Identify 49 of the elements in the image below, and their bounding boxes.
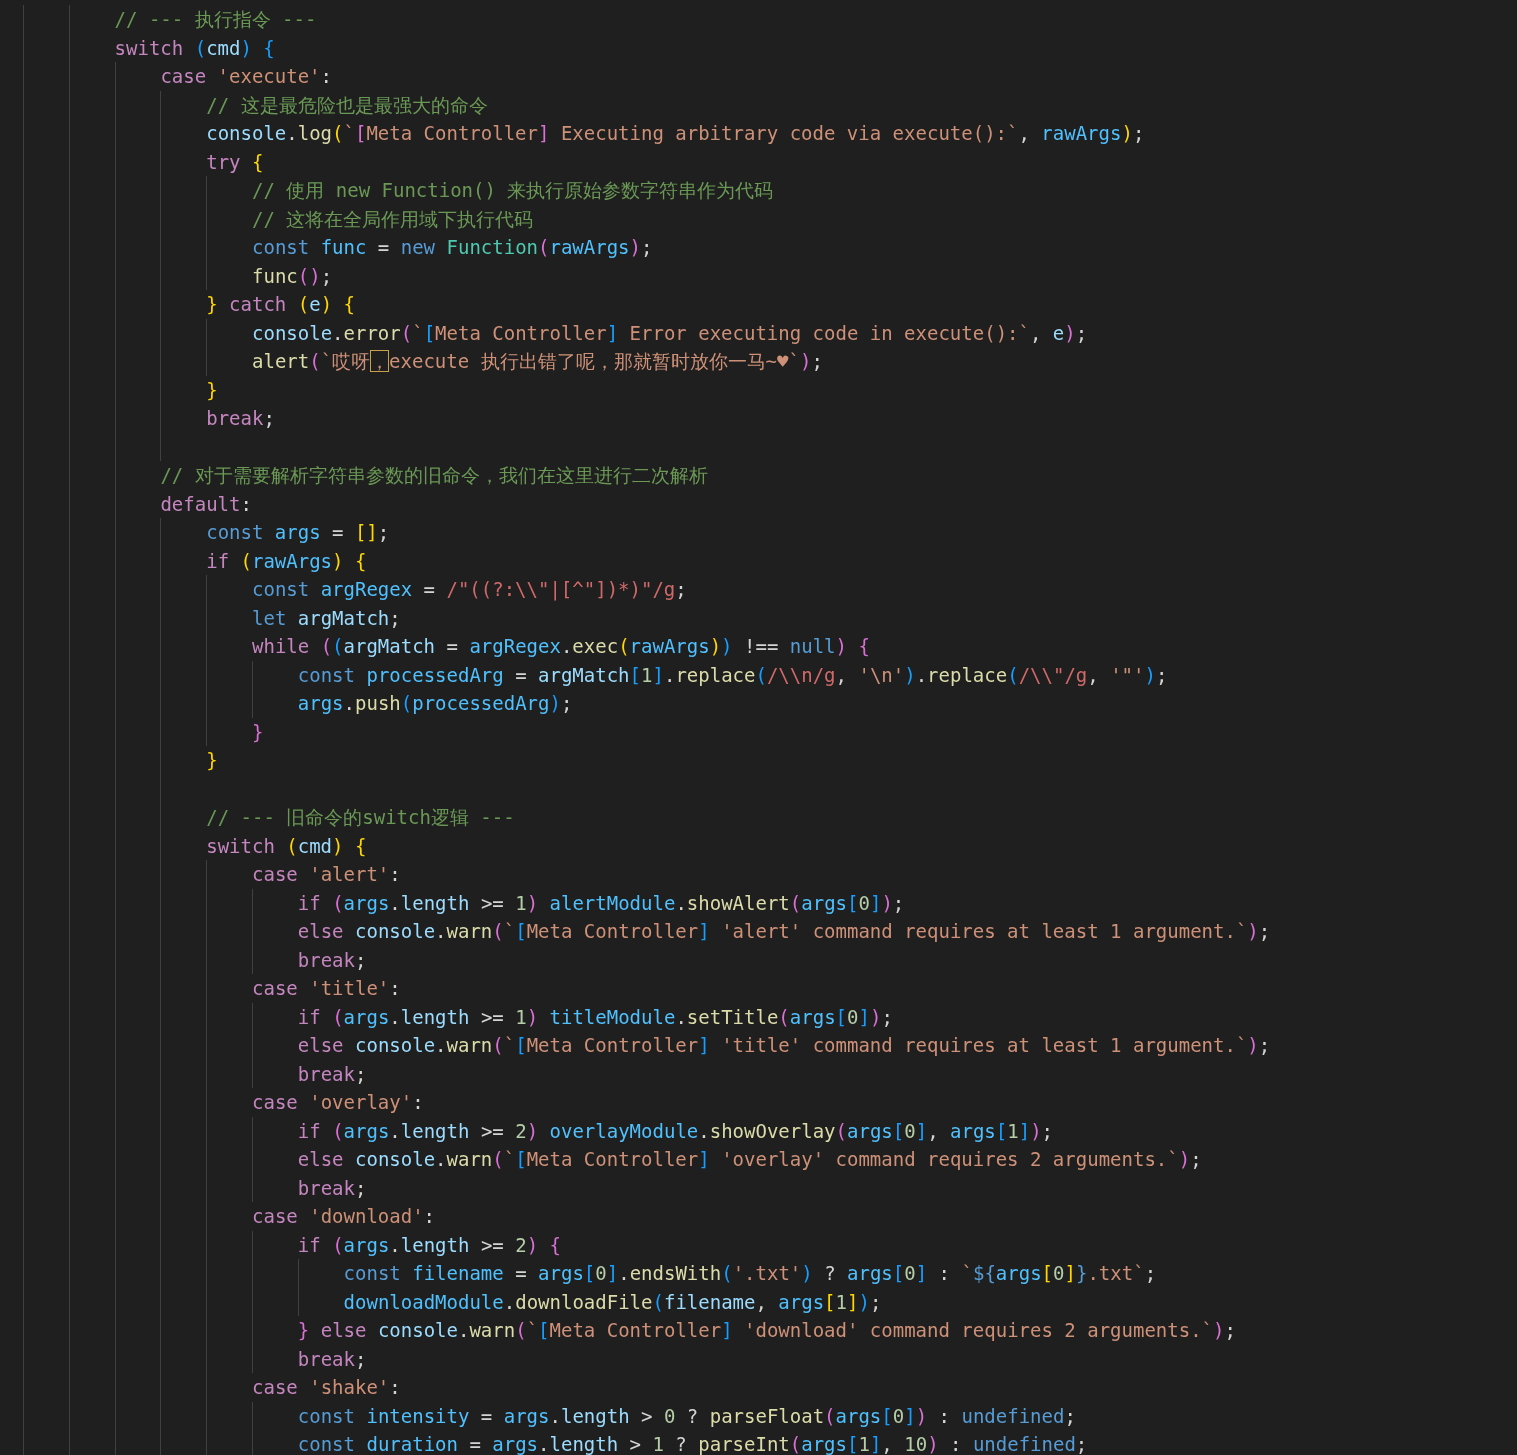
code-line: } — [206, 748, 218, 773]
code-line: else console.warn(`[Meta Controller] 'alert' command requires at least 1 argument.`); — [297, 919, 1271, 944]
code-line: } — [252, 719, 264, 745]
code-line: try { — [206, 149, 264, 175]
code-line: break; — [297, 1346, 367, 1372]
code-line: args.push(processedArg); — [297, 691, 573, 716]
code-line: switch (cmd) { — [114, 35, 275, 61]
code-line: case 'alert': — [252, 862, 401, 887]
code-line: if (args.length >= 2) { — [297, 1232, 561, 1258]
code-line: break; — [206, 406, 275, 431]
code-line: while ((argMatch = argRegex.exec(rawArgs)) !== null) { — [252, 634, 870, 659]
code-line: case 'execute': — [160, 64, 332, 89]
code-line: } catch (e) { — [206, 292, 355, 317]
code-line: func(); — [252, 263, 333, 289]
code-line: alert(`哎呀，execute 执行出错了呢，那就暂时放你一马~♥`); — [252, 349, 823, 374]
code-line: break; — [297, 1061, 367, 1087]
code-line: break; — [297, 1175, 367, 1201]
code-line: if (args.length >= 1) alertModule.showAlert(args[0]); — [297, 890, 905, 916]
code-line: let argMatch; — [252, 605, 401, 631]
code-line: else console.warn(`[Meta Controller] 'title' command requires at least 1 argument.`); — [297, 1033, 1271, 1058]
code-line: console.log(`[Meta Controller] Executing arbitrary code via execute():`, rawArgs); — [206, 121, 1145, 146]
code-line: default: — [160, 491, 252, 517]
code-line: const argRegex = /"((?:\\"|[^"])*)"/g; — [252, 577, 687, 603]
code-line: } — [206, 377, 218, 403]
code-line: // --- 执行指令 --- — [114, 7, 317, 32]
code-line: // 使用 new Function() 来执行原始参数字符串作为代码 — [252, 178, 774, 203]
code-line: const args = []; — [206, 520, 390, 545]
code-line: case 'overlay': — [252, 1090, 424, 1115]
code-line: if (args.length >= 1) titleModule.setTitle(args[0]); — [297, 1004, 893, 1030]
code-line: // 这将在全局作用域下执行代码 — [252, 206, 534, 232]
code-line: case 'shake': — [252, 1375, 401, 1400]
code-line: switch (cmd) { — [206, 833, 367, 859]
code-line: // 对于需要解析字符串参数的旧命令，我们在这里进行二次解析 — [160, 463, 708, 488]
code-line: const func = new Function(rawArgs); — [252, 235, 653, 260]
code-line: case 'download': — [252, 1204, 436, 1229]
code-line: } else console.warn(`[Meta Controller] 'download' command requires 2 arguments.`); — [297, 1318, 1236, 1343]
code-line: const duration = args.length > 1 ? parseInt(args[1], 10) : undefined; — [297, 1432, 1088, 1455]
code-line: if (rawArgs) { — [206, 548, 367, 574]
code-line: break; — [297, 947, 367, 973]
code-line: const filename = args[0].endsWith('.txt') ? args[0] : `${args[0]}.txt`; — [343, 1261, 1157, 1286]
code-line: downloadModule.downloadFile(filename, args[1]); — [343, 1289, 882, 1315]
code-line: if (args.length >= 2) overlayModule.showOverlay(args[0], args[1]); — [297, 1118, 1054, 1144]
code-line: else console.warn(`[Meta Controller] 'overlay' command requires 2 arguments.`); — [297, 1147, 1202, 1172]
code-line: const processedArg = argMatch[1].replace(/\\n/g, '\n').replace(/\\"/g, '"'); — [297, 662, 1168, 688]
code-line: const intensity = args.length > 0 ? parseFloat(args[0]) : undefined; — [297, 1403, 1076, 1429]
code-line: case 'title': — [252, 976, 401, 1001]
code-line: console.error(`[Meta Controller] Error executing code in execute():`, e); — [252, 320, 1088, 346]
code-line: // 这是最危险也是最强大的命令 — [206, 92, 488, 118]
code-line: // --- 旧命令的switch逻辑 --- — [206, 805, 515, 830]
